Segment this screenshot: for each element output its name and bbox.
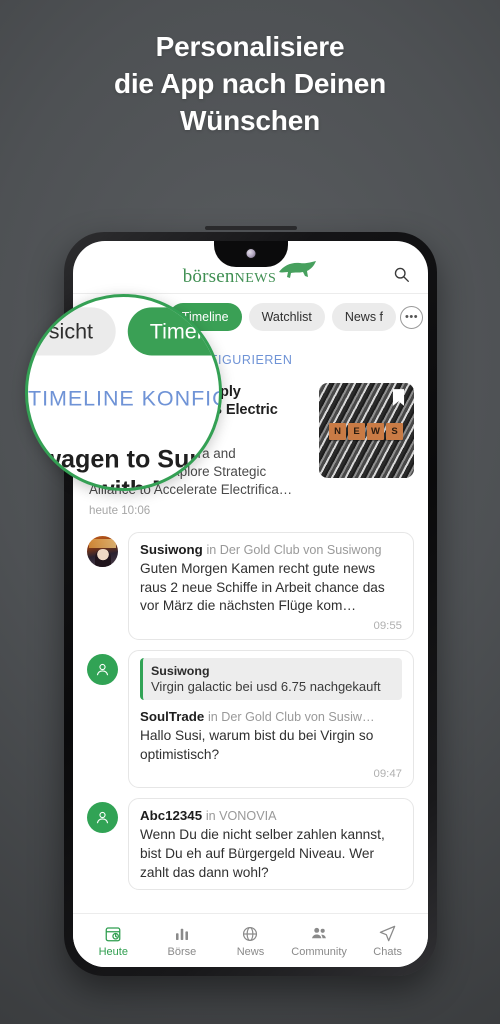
magnified-tab-uebersicht[interactable]: Übersicht [28, 307, 116, 356]
people-icon [310, 924, 329, 943]
tab-watchlist[interactable]: Watchlist [248, 303, 325, 331]
nav-item-heute[interactable]: Heute [79, 919, 148, 958]
magnified-tab-timeline[interactable]: Timeline [127, 307, 219, 356]
chat-context: in Der Gold Club von Susiw… [208, 709, 375, 724]
avatar [87, 802, 118, 834]
list-item[interactable]: Abc12345 in VONOVIA Wenn Du die nicht se… [73, 793, 428, 895]
send-icon [378, 924, 397, 943]
earpiece-speaker [204, 226, 297, 230]
chat-text: Wenn Du die nicht selber zahlen kannst, … [140, 827, 385, 880]
magnifier-overlay: Übersicht Timeline TIMELINE KONFIGURIERE… [25, 294, 222, 491]
tile-w: W [367, 423, 384, 440]
list-item[interactable]: Susiwong Virgin galactic bei usd 6.75 na… [73, 645, 428, 793]
chat-header: Susiwong in Der Gold Club von Susiwong [140, 542, 402, 558]
nav-label: Community [291, 946, 347, 958]
tab-news-feed[interactable]: News f [331, 303, 397, 331]
bar-chart-icon [173, 924, 191, 943]
chat-text: Hallo Susi, warum bist du bei Virgin so … [140, 728, 374, 762]
front-camera-icon [245, 248, 256, 259]
chat-header: SoulTrade in Der Gold Club von Susiw… [140, 709, 402, 725]
list-item[interactable]: Susiwong in Der Gold Club von Susiwong G… [73, 527, 428, 645]
chat-context: in Der Gold Club von Susiwong [206, 542, 382, 557]
magnified-config-link[interactable]: TIMELINE KONFIGURIEREN [28, 355, 222, 417]
chat-bubble[interactable]: Susiwong Virgin galactic bei usd 6.75 na… [128, 649, 414, 789]
more-options-icon[interactable]: ••• [400, 305, 424, 329]
bull-icon [278, 260, 318, 284]
nav-item-community[interactable]: Community [285, 919, 354, 958]
promo-line-3: Wünschen [180, 105, 320, 137]
tile-n: N [329, 423, 346, 440]
globe-icon [241, 924, 259, 943]
magnified-tab-row: Übersicht Timeline [28, 297, 219, 356]
scrabble-tiles: N E W S [329, 423, 403, 440]
nav-label: Chats [373, 946, 403, 958]
quote-text: Virgin galactic bei usd 6.75 nachgekauft [151, 678, 381, 694]
tile-s: S [386, 423, 403, 440]
quoted-message[interactable]: Susiwong Virgin galactic bei usd 6.75 na… [140, 657, 402, 700]
nav-item-news[interactable]: News [216, 919, 285, 958]
feed-fade [73, 893, 428, 913]
chat-bubble[interactable]: Abc12345 in VONOVIA Wenn Du die nicht se… [128, 798, 414, 891]
chat-username: SoulTrade [140, 708, 205, 724]
nav-item-chats[interactable]: Chats [353, 919, 422, 958]
chat-time: 09:55 [373, 619, 402, 632]
chat-bubble[interactable]: Susiwong in Der Gold Club von Susiwong G… [128, 531, 414, 640]
chat-context: in VONOVIA [205, 809, 277, 824]
chat-time: 09:47 [373, 768, 402, 781]
nav-label: News [236, 946, 265, 958]
tile-e: E [348, 423, 365, 440]
promo-headline: Personalisiere die App nach Deinen Wünsc… [0, 28, 500, 140]
chat-header: Abc12345 in VONOVIA [140, 808, 402, 824]
chat-username: Abc12345 [140, 808, 203, 824]
avatar [87, 653, 118, 685]
nav-label: Börse [167, 946, 197, 958]
nav-item-boerse[interactable]: Börse [148, 919, 217, 958]
quote-username: Susiwong [151, 663, 210, 678]
chat-username: Susiwong [140, 541, 203, 557]
calendar-clock-icon [104, 924, 122, 943]
magnified-config-label: TIMELINE KONFIGURIEREN [28, 386, 222, 411]
bottom-navigation[interactable]: Heute Börse News Community Chats [73, 913, 428, 967]
nav-label: Heute [98, 946, 128, 958]
logo-text: börsenNEWS [182, 265, 277, 287]
magnified-news-title: Volkswagen to Supply Mahindra with MEB E… [27, 446, 221, 488]
promo-line-2: die App nach Deinen [113, 68, 387, 100]
search-icon[interactable] [388, 261, 414, 287]
bookmark-icon[interactable] [392, 389, 405, 411]
chat-text: Guten Morgen Kamen recht gute news raus … [140, 561, 385, 614]
avatar [87, 535, 118, 567]
promo-line-1: Personalisiere [155, 31, 345, 62]
magnifier-content: Übersicht Timeline TIMELINE KONFIGURIERE… [27, 297, 222, 488]
news-timestamp: heute 10:06 [89, 503, 151, 517]
news-thumbnail[interactable]: N E W S [319, 383, 414, 478]
notch [213, 241, 288, 267]
